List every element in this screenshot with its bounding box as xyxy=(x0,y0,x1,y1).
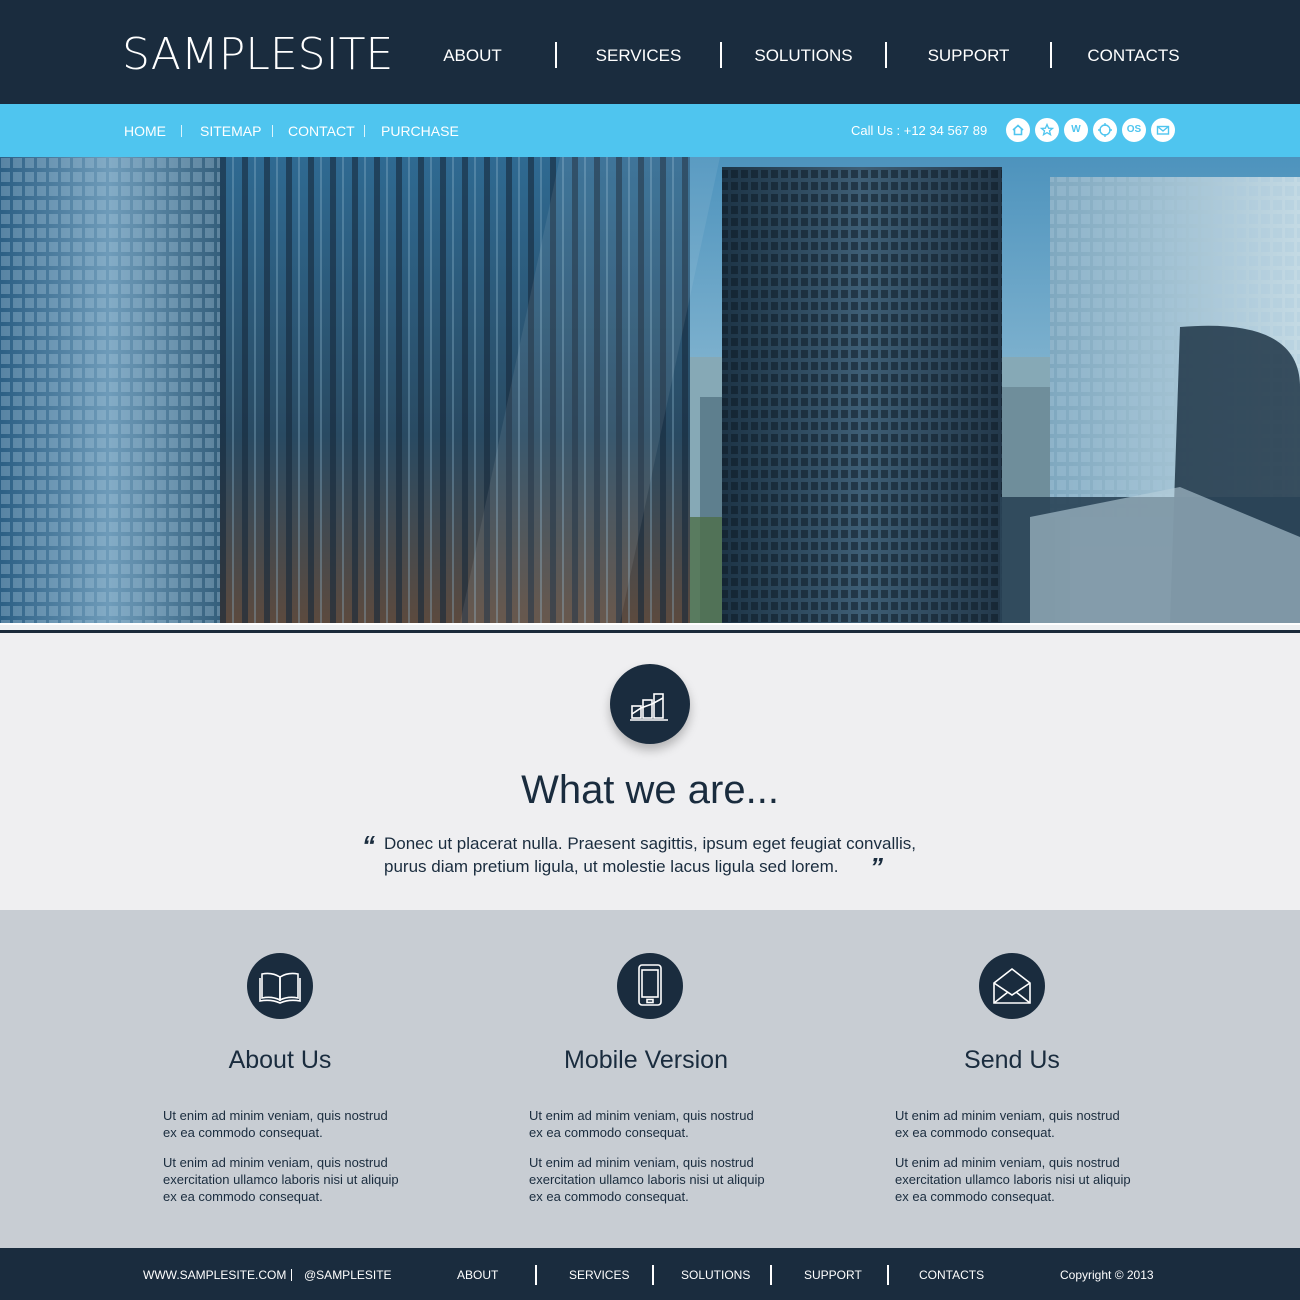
hero-divider xyxy=(0,623,1300,633)
nav-services[interactable]: SERVICES xyxy=(556,40,721,72)
feature-about-us: About Us Ut enim ad minim veniam, quis n… xyxy=(130,910,430,1248)
text-line: exercitation ullamco laboris nisi ut ali… xyxy=(895,1172,1131,1187)
mobile-icon[interactable] xyxy=(617,953,683,1019)
target-icon[interactable] xyxy=(1093,118,1117,142)
footer-divider xyxy=(291,1269,292,1281)
nav-support[interactable]: SUPPORT xyxy=(886,40,1051,72)
envelope-icon[interactable] xyxy=(979,953,1045,1019)
text-line: Ut enim ad minim veniam, quis nostrud xyxy=(895,1155,1120,1170)
main-nav: ABOUT SERVICES SOLUTIONS SUPPORT CONTACT… xyxy=(390,40,1260,72)
subnav-home[interactable]: HOME xyxy=(124,121,166,141)
text-line: ex ea commodo consequat. xyxy=(163,1125,323,1140)
text-line: Ut enim ad minim veniam, quis nostrud xyxy=(163,1155,388,1170)
text-line: Ut enim ad minim veniam, quis nostrud xyxy=(529,1108,754,1123)
book-icon[interactable] xyxy=(247,953,313,1019)
footer-nav-about[interactable]: ABOUT xyxy=(457,1267,498,1283)
footer-handle-link[interactable]: @SAMPLESITE xyxy=(304,1267,392,1283)
w-icon[interactable]: W xyxy=(1064,118,1088,142)
text-line: Ut enim ad minim veniam, quis nostrud xyxy=(895,1108,1120,1123)
subnav-divider xyxy=(272,125,273,137)
text-line: ex ea commodo consequat. xyxy=(895,1189,1055,1204)
text-line: ex ea commodo consequat. xyxy=(529,1189,689,1204)
feature-title: Send Us xyxy=(964,1046,1060,1074)
copyright-text: Copyright © 2013 xyxy=(1060,1268,1154,1282)
text-line: Ut enim ad minim veniam, quis nostrud xyxy=(529,1155,754,1170)
footer-divider xyxy=(770,1265,772,1285)
text-line: ex ea commodo consequat. xyxy=(895,1125,1055,1140)
footer-nav-contacts[interactable]: CONTACTS xyxy=(919,1267,984,1283)
os-icon[interactable]: OS xyxy=(1122,118,1146,142)
top-header: SAMPLESITE ABOUT SERVICES SOLUTIONS SUPP… xyxy=(0,0,1300,104)
text-line: Ut enim ad minim veniam, quis nostrud xyxy=(163,1108,388,1123)
footer-nav-support[interactable]: SUPPORT xyxy=(804,1267,862,1283)
feature-paragraph-2: Ut enim ad minim veniam, quis nostrud ex… xyxy=(163,1154,423,1205)
feature-paragraph-2: Ut enim ad minim veniam, quis nostrud ex… xyxy=(529,1154,789,1205)
footer-divider xyxy=(535,1265,537,1285)
section-title: What we are... xyxy=(521,768,779,812)
intro-quote: Donec ut placerat nulla. Praesent sagitt… xyxy=(384,832,944,878)
feature-paragraph-1: Ut enim ad minim veniam, quis nostrud ex… xyxy=(529,1107,789,1141)
footer-nav-services[interactable]: SERVICES xyxy=(569,1267,629,1283)
footer-nav-solutions[interactable]: SOLUTIONS xyxy=(681,1267,750,1283)
feature-title: About Us xyxy=(228,1046,332,1074)
feature-send-us: Send Us Ut enim ad minim veniam, quis no… xyxy=(862,910,1162,1248)
text-line: exercitation ullamco laboris nisi ut ali… xyxy=(529,1172,765,1187)
feature-paragraph-1: Ut enim ad minim veniam, quis nostrud ex… xyxy=(895,1107,1155,1141)
bar-chart-icon xyxy=(610,664,690,744)
text-line: ex ea commodo consequat. xyxy=(529,1125,689,1140)
hero-image xyxy=(0,157,1300,623)
feature-mobile-version: Mobile Version Ut enim ad minim veniam, … xyxy=(496,910,796,1248)
quote-line-1: Donec ut placerat nulla. Praesent sagitt… xyxy=(384,834,917,853)
footer-divider xyxy=(652,1265,654,1285)
quote-line-2: purus diam pretium ligula, ut molestie l… xyxy=(384,857,839,876)
feature-paragraph-1: Ut enim ad minim veniam, quis nostrud ex… xyxy=(163,1107,423,1141)
nav-solutions[interactable]: SOLUTIONS xyxy=(721,40,886,72)
nav-contacts[interactable]: CONTACTS xyxy=(1051,40,1216,72)
site-logo[interactable]: SAMPLESITE xyxy=(122,30,393,80)
home-icon[interactable] xyxy=(1006,118,1030,142)
star-icon[interactable] xyxy=(1035,118,1059,142)
open-quote-mark: “ xyxy=(362,830,375,860)
subnav-sitemap[interactable]: SITEMAP xyxy=(200,121,261,141)
call-us-text: Call Us : +12 34 567 89 xyxy=(851,123,988,138)
city-skyline-illustration xyxy=(0,157,1300,623)
close-quote-mark: ” xyxy=(870,852,883,882)
subnav-purchase[interactable]: PURCHASE xyxy=(381,121,459,141)
subnav-divider xyxy=(181,125,182,137)
footer: WWW.SAMPLESITE.COM @SAMPLESITE ABOUT SER… xyxy=(0,1248,1300,1300)
text-line: exercitation ullamco laboris nisi ut ali… xyxy=(163,1172,399,1187)
text-line: ex ea commodo consequat. xyxy=(163,1189,323,1204)
footer-website-link[interactable]: WWW.SAMPLESITE.COM xyxy=(143,1267,286,1283)
footer-divider xyxy=(887,1265,889,1285)
feature-title: Mobile Version xyxy=(564,1046,728,1074)
feature-paragraph-2: Ut enim ad minim veniam, quis nostrud ex… xyxy=(895,1154,1155,1205)
mail-icon[interactable] xyxy=(1151,118,1175,142)
nav-about[interactable]: ABOUT xyxy=(390,40,555,72)
subnav-contact[interactable]: CONTACT xyxy=(288,121,355,141)
subnav-divider xyxy=(364,125,365,137)
